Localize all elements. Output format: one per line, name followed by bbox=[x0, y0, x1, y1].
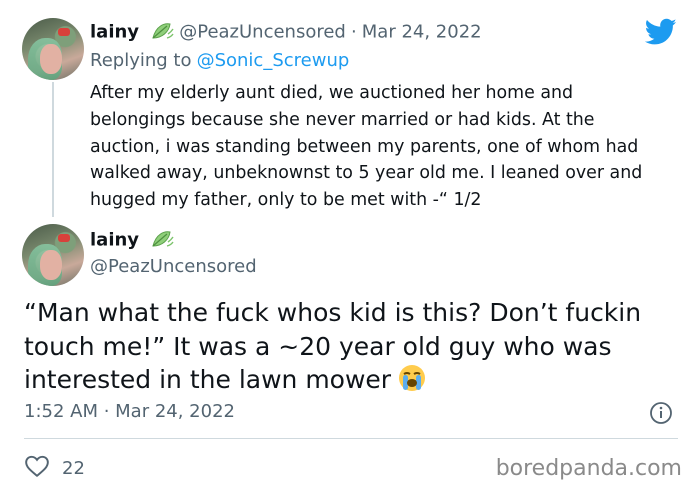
leaf-emoji-icon bbox=[150, 20, 174, 46]
handle[interactable]: @PeazUncensored bbox=[90, 256, 257, 277]
replying-to-line: Replying to @Sonic_Screwup bbox=[90, 50, 349, 71]
tweet-text-content: “Man what the fuck whos kid is this? Don… bbox=[24, 298, 642, 394]
avatar-bow bbox=[58, 234, 70, 242]
twitter-bird-icon[interactable] bbox=[644, 18, 677, 50]
replying-to-handle[interactable]: @Sonic_Screwup bbox=[197, 50, 350, 71]
tweet-text: After my elderly aunt died, we auctioned… bbox=[90, 83, 643, 211]
avatar-face bbox=[40, 250, 62, 280]
replying-to-label: Replying to bbox=[90, 50, 192, 71]
tweet2-author: lainy bbox=[90, 228, 174, 254]
avatar-bow bbox=[58, 28, 70, 36]
tweet-date[interactable]: Mar 24, 2022 bbox=[362, 22, 482, 43]
handle[interactable]: @PeazUncensored bbox=[179, 22, 346, 43]
watermark: boredpanda.com bbox=[495, 456, 682, 481]
tweet-text: “Man what the fuck whos kid is this? Don… bbox=[24, 296, 684, 402]
like-action[interactable]: 22 bbox=[24, 454, 85, 482]
display-name[interactable]: lainy bbox=[90, 230, 139, 251]
thread-connector-line bbox=[52, 82, 54, 217]
tweet-timestamp[interactable]: 1:52 AM · Mar 24, 2022 bbox=[24, 401, 235, 422]
info-icon[interactable] bbox=[649, 401, 673, 429]
avatar[interactable] bbox=[22, 18, 84, 80]
avatar-face bbox=[40, 44, 62, 74]
loudly-crying-face-icon bbox=[397, 363, 427, 402]
display-name[interactable]: lainy bbox=[90, 22, 139, 43]
divider bbox=[24, 438, 678, 439]
tweet1-header: lainy @PeazUncensored · Mar 24, 2022 bbox=[90, 20, 482, 46]
leaf-emoji-icon bbox=[150, 228, 174, 254]
like-count: 22 bbox=[62, 457, 85, 479]
avatar[interactable] bbox=[22, 224, 84, 286]
heart-icon[interactable] bbox=[24, 454, 50, 482]
separator-dot: · bbox=[350, 21, 357, 43]
